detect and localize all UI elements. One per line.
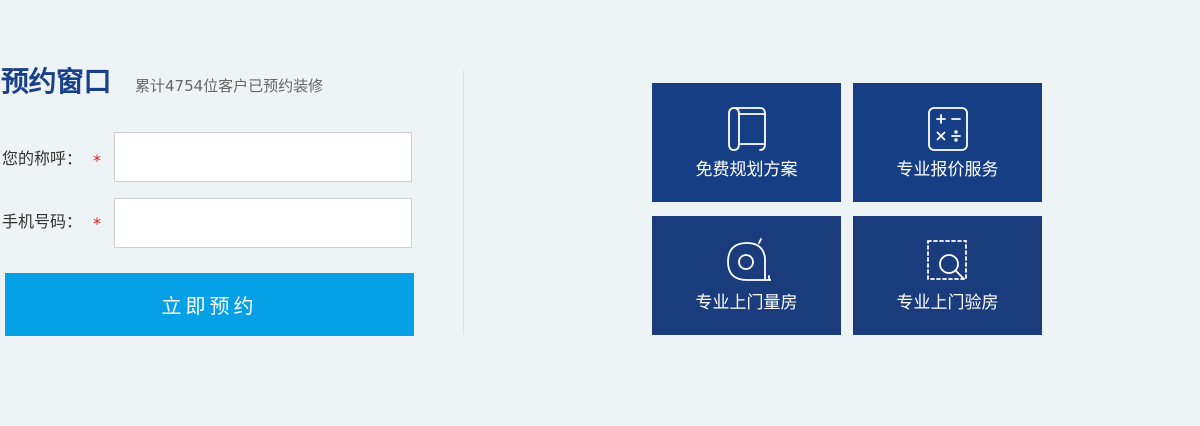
tape-measure-icon xyxy=(723,238,771,286)
service-label-planning: 免费规划方案 xyxy=(695,160,798,180)
service-label-quotation: 专业报价服务 xyxy=(896,160,999,180)
service-label-inspection: 专业上门验房 xyxy=(896,293,999,313)
phone-input[interactable] xyxy=(114,198,412,248)
section-divider xyxy=(463,70,464,335)
name-label: 您的称呼： xyxy=(2,149,83,168)
service-tile-measure[interactable]: 专业上门量房 xyxy=(652,216,841,335)
service-tile-planning[interactable]: 免费规划方案 xyxy=(652,83,841,202)
book-now-button[interactable]: 立即预约 xyxy=(5,273,414,336)
name-input[interactable] xyxy=(114,132,412,182)
page-title: 预约窗口 xyxy=(1,65,112,98)
phone-label: 手机号码： xyxy=(2,212,83,231)
calculator-icon xyxy=(924,105,972,153)
service-tile-quotation[interactable]: 专业报价服务 xyxy=(853,83,1042,202)
phone-required-mark: * xyxy=(93,214,101,233)
name-required-mark: * xyxy=(93,151,101,170)
booking-count-text: 累计4754位客户已预约装修 xyxy=(135,77,324,95)
inspection-magnifier-icon xyxy=(924,238,972,286)
service-tile-inspection[interactable]: 专业上门验房 xyxy=(853,216,1042,335)
blueprint-scroll-icon xyxy=(723,105,771,153)
service-label-measure: 专业上门量房 xyxy=(695,293,798,313)
